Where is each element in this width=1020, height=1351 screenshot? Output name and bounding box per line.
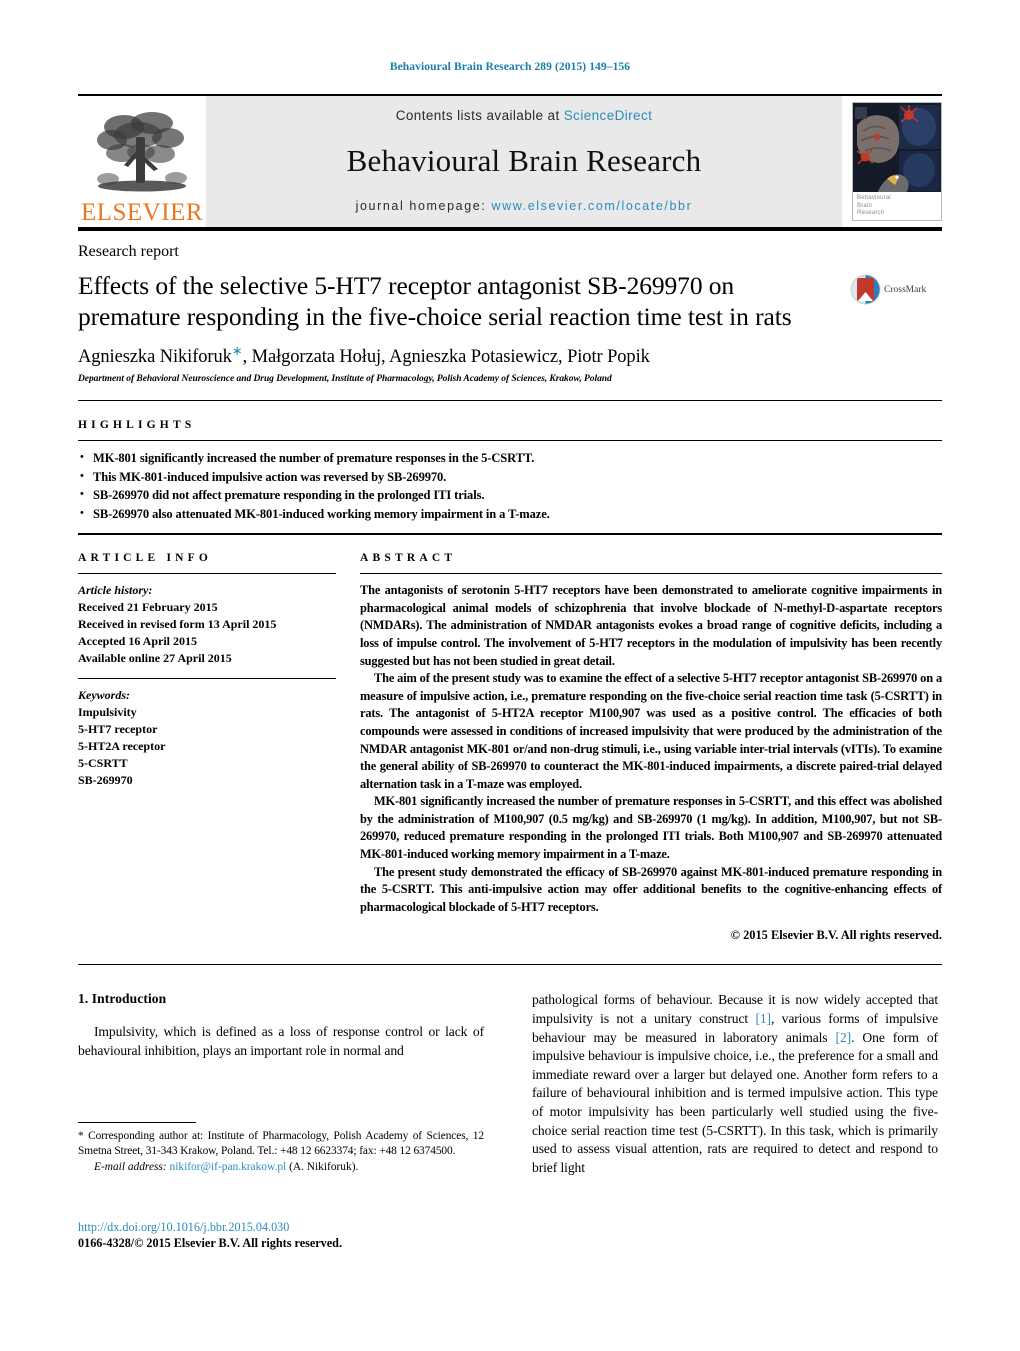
elsevier-logo: ELSEVIER [78,96,206,227]
citation-ref-1[interactable]: [1] [755,1011,771,1026]
cover-image: Behavioural Brain Research [852,102,942,221]
abstract-heading: ABSTRACT [360,552,457,565]
journal-masthead: ELSEVIER Contents lists available at Sci… [78,94,942,227]
article-type-kicker: Research report [78,243,179,260]
body-paragraph: Impulsivity, which is defined as a loss … [78,1024,484,1059]
running-head: Behavioural Brain Research 289 (2015) 14… [389,61,631,73]
authors-remaining: , Małgorzata Hołuj, Agnieszka Potasiewic… [242,347,650,368]
article-info-rule [78,573,336,575]
email-link[interactable]: nikifor@if-pan.krakow.pl [170,1161,287,1173]
email-note: E-mail address: nikifor@if-pan.krakow.pl… [78,1160,484,1175]
article-info-column: ARTICLE INFO Article history: Received 2… [78,552,346,943]
highlights-heading: HIGHLIGHTS [78,419,196,432]
elsevier-tree-icon [97,112,187,192]
list-item: MK-801 significantly increased the numbe… [78,448,942,468]
body-column-right: pathological forms of behaviour. Because… [508,991,938,1177]
article-history-item: Available online 27 April 2015 [78,651,232,666]
info-abstract-row: ARTICLE INFO Article history: Received 2… [78,552,942,943]
cover-caption: Behavioural Brain Research [853,192,941,220]
cover-caption-line3: Research [857,210,885,216]
elsevier-wordmark: ELSEVIER [80,199,204,226]
cover-caption-line1: Behavioural [857,195,891,201]
abstract-rule [360,573,942,575]
article-history-label: Article history: [78,583,153,598]
email-label: E-mail address: [94,1160,167,1173]
homepage-prefix: journal homepage: [355,199,492,213]
highlights-bottom-rule [78,533,942,536]
journal-article-page: Behavioural Brain Research 289 (2015) 14… [0,0,1020,1351]
article-history-item: Accepted 16 April 2015 [78,634,197,649]
article-history-item: Received 21 February 2015 [78,600,218,615]
doi-block: http://dx.doi.org/10.1016/j.bbr.2015.04.… [78,1219,342,1251]
article-history-item: Received in revised form 13 April 2015 [78,617,277,632]
citation-ref-2[interactable]: [2] [836,1030,852,1045]
list-item: This MK-801-induced impulsive action was… [78,467,942,487]
email-suffix: (A. Nikiforuk). [289,1160,359,1173]
section-heading-introduction: 1. Introduction [78,991,167,1007]
author-affiliation: Department of Behavioral Neuroscience an… [78,374,612,385]
contents-prefix: Contents lists available at [395,108,564,123]
article-info-heading: ARTICLE INFO [78,552,213,565]
abstract-copyright: © 2015 Elsevier B.V. All rights reserved… [730,928,942,943]
abstract-paragraph: The aim of the present study was to exam… [360,671,942,791]
list-item: SB-269970 did not affect premature respo… [78,485,942,505]
journal-title: Behavioural Brain Research [346,143,702,178]
page-title: Effects of the selective 5-HT7 receptor … [78,271,792,331]
author-list: Agnieszka Nikiforuk∗, Małgorzata Hołuj, … [78,343,942,368]
keyword-item: 5-HT7 receptor [78,722,158,737]
journal-homepage-line: journal homepage: www.elsevier.com/locat… [356,199,693,213]
keywords-label: Keywords: [78,688,130,703]
abstract-paragraph: The antagonists of serotonin 5-HT7 recep… [360,583,942,668]
crossmark-label: CrossMark [884,284,927,295]
corresponding-author-marker: ∗ [231,343,243,358]
author-first: Agnieszka Nikiforuk [78,347,232,368]
crossmark-badge[interactable]: CrossMark [850,270,942,305]
highlights-top-rule [78,400,942,402]
doi-link[interactable]: http://dx.doi.org/10.1016/j.bbr.2015.04.… [78,1219,342,1235]
article-head-band: Research report Effects of the selective… [78,227,942,384]
contents-available-line: Contents lists available at ScienceDirec… [396,108,653,123]
keyword-item: 5-HT2A receptor [78,739,166,754]
highlights-list: MK-801 significantly increased the numbe… [78,448,942,524]
body-top-rule [78,964,942,966]
crossmark-icon [850,274,881,305]
body-text-part: . One form of impulsive behaviour is imp… [532,1029,938,1175]
keyword-item: SB-269970 [78,773,133,788]
abstract-column: ABSTRACT The antagonists of serotonin 5-… [346,552,942,943]
abstract-paragraph: The present study demonstrated the effic… [360,864,942,914]
journal-homepage-link[interactable]: www.elsevier.com/locate/bbr [491,199,692,213]
highlights-mid-rule [78,440,942,442]
keywords-rule [78,678,336,680]
corresponding-author-note: * Corresponding author at: Institute of … [78,1130,484,1158]
issn-copyright-line: 0166-4328/© 2015 Elsevier B.V. All right… [78,1236,343,1250]
journal-cover-thumbnail: Behavioural Brain Research [842,96,942,227]
title-row: Effects of the selective 5-HT7 receptor … [78,270,942,332]
list-item: SB-269970 also attenuated MK-801-induced… [78,504,942,524]
abstract-paragraph: MK-801 significantly increased the numbe… [360,794,942,862]
footnote-rule [78,1122,196,1123]
keyword-item: 5-CSRTT [78,756,128,771]
keyword-item: Impulsivity [78,705,137,720]
masthead-center-panel: Contents lists available at ScienceDirec… [206,96,842,227]
cover-caption-line2: Brain [857,202,873,209]
footnote-block: * Corresponding author at: Institute of … [78,1122,484,1175]
sciencedirect-link[interactable]: ScienceDirect [564,108,652,123]
body-paragraph: pathological forms of behaviour. Because… [532,991,938,1177]
